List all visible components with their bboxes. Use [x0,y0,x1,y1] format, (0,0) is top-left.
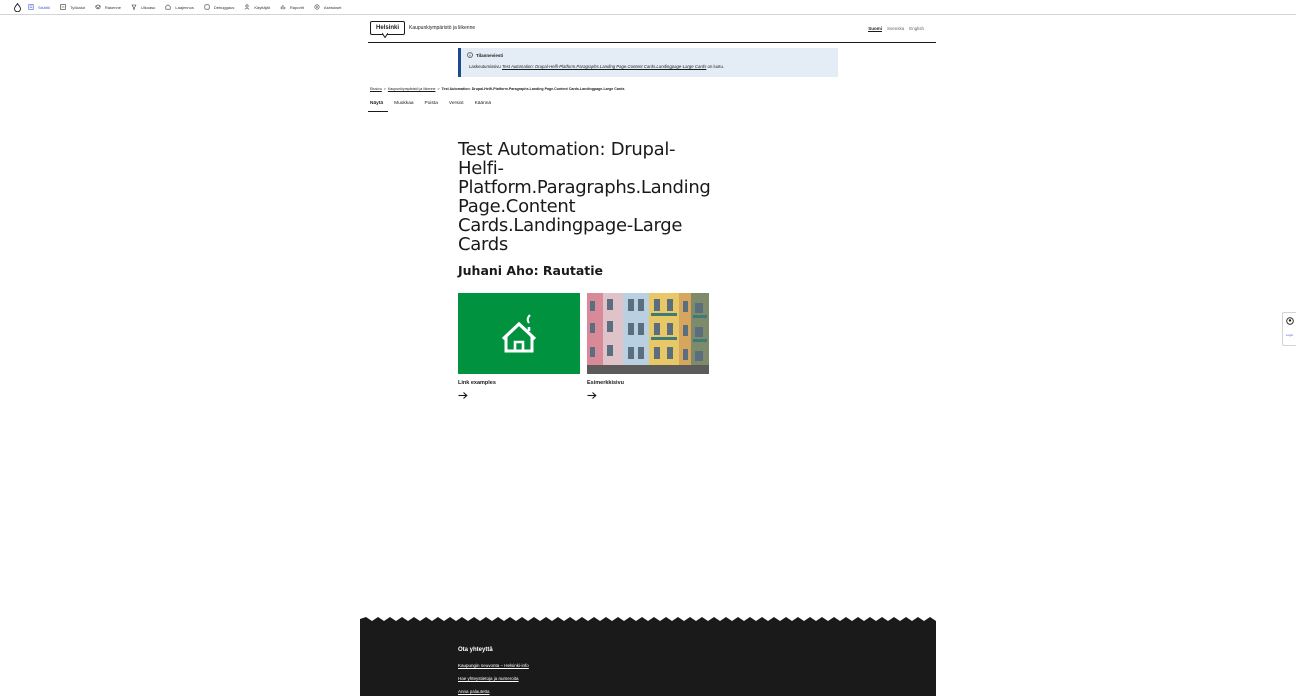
lang-en[interactable]: English [909,26,924,32]
breadcrumb: Etusivu > Kaupunkiympäristö ja liikenne … [370,87,624,91]
arrow-right-icon [458,392,468,399]
status-message: Tilanneviesti Laskeutumissivu Test Autom… [458,48,838,77]
layers-icon [94,4,101,10]
footer-link-feedback[interactable]: Anna palautetta [458,689,490,694]
local-tasks: Näytä Muokkaa Poista Versiot Käännä [368,99,500,112]
toolbar-item-content[interactable]: Sisältö [28,0,50,15]
toolbar-item-config[interactable]: Asetukset [314,0,342,15]
toolbar-item-debug[interactable]: Debuggaus [204,0,234,15]
site-header: Helsinki Kaupunkiympäristö ja liikenne S… [368,19,936,43]
card-image [458,293,580,374]
info-icon [467,52,473,58]
side-widget-label: Login [1286,333,1294,337]
file-icon [28,4,34,10]
status-node-link[interactable]: Test Automation: Drupal-Helfi-Platform.P… [502,64,706,69]
lang-fi[interactable]: Suomi [868,26,882,32]
gear-icon [314,4,320,10]
toolbar-label: Rakenne [104,4,121,10]
puzzle-icon [165,4,171,10]
status-text-suffix: on luotu. [706,64,725,69]
footer-body: Ota yhteyttä Kaupungin neuvonta – Helsin… [360,627,936,696]
status-title-row: Tilanneviesti [467,52,832,58]
card-image [587,293,709,374]
card-title: Esimerkkisivu [587,380,624,386]
arrow-right-icon [587,392,597,399]
section-title: Juhani Aho: Rautatie [458,263,604,278]
toolbar-label: Laajennus [175,4,194,10]
content-card[interactable]: Link examples [458,293,580,404]
tab-translate[interactable]: Käännä [473,99,497,112]
card-title: Link examples [458,380,496,386]
logo-text: Helsinki [375,25,399,31]
side-login-widget[interactable]: Login [1282,312,1296,346]
status-title: Tilanneviesti [476,52,504,58]
footer-link-contacts[interactable]: Hae yhteystietoja ja numeroita [458,676,519,681]
tab-view[interactable]: Näytä [368,99,389,112]
drupal-logo-icon[interactable] [12,2,22,13]
breadcrumb-separator: > [437,87,440,91]
logo-tail [382,33,388,38]
toolbar-label: Käyttäjät [254,4,270,10]
toolbar-label: Työkalut [70,4,85,10]
toolbar-item-tools[interactable]: Työkalut [60,0,85,15]
toolbar-label: Debuggaus [213,4,235,10]
chart-icon [280,5,286,10]
breadcrumb-current: Test Automation: Drupal-Helfi-Platform.P… [441,87,625,91]
site-name[interactable]: Kaupunkiympäristö ja liikenne [409,25,475,31]
language-switcher: Suomi Svenska English [868,26,924,32]
toolbar-label: Sisältö [38,4,51,10]
lang-sv[interactable]: Svenska [887,26,904,32]
admin-toolbar: Sisältö Työkalut Rakenne Ulkoasu Laajenn… [0,0,1296,15]
toolbar-item-people[interactable]: Käyttäjät [244,0,270,15]
toolbar-item-reports[interactable]: Raportit [280,0,304,15]
toolbar-item-appearance[interactable]: Ulkoasu [131,0,155,15]
toolbar-item-extend[interactable]: Laajennus [165,0,194,15]
tab-delete[interactable]: Poista [423,99,443,112]
status-text: Laskeutumissivu Test Automation: Drupal-… [467,64,832,69]
toolbar-label: Raportit [289,4,304,10]
footer-link-info[interactable]: Kaupungin neuvonta – Helsinki-info [458,663,529,668]
toolbar-item-structure[interactable]: Rakenne [94,0,121,15]
breadcrumb-separator: > [383,87,386,91]
breadcrumb-section[interactable]: Kaupunkiympäristö ja liikenne [388,87,436,91]
user-circle-icon [1286,317,1294,325]
house-icon [501,314,537,353]
site-footer: Ota yhteyttä Kaupungin neuvonta – Helsin… [360,615,936,696]
status-text-prefix: Laskeutumissivu [469,64,502,69]
breadcrumb-home[interactable]: Etusivu [370,87,382,91]
brush-icon [131,4,137,10]
content-card[interactable]: Esimerkkisivu [587,293,709,404]
tab-edit[interactable]: Muokkaa [392,99,418,112]
toolbar-label: Asetukset [323,4,342,10]
page-title: Test Automation: Drupal-Helfi-Platform.P… [458,139,711,255]
footer-heading: Ota yhteyttä [458,647,493,653]
tab-revisions[interactable]: Versiot [447,99,469,112]
cube-icon [204,4,210,10]
colorful-facades-photo [587,293,709,374]
tools-icon [60,4,66,10]
user-icon [244,4,250,10]
toolbar-label: Ulkoasu [140,4,156,10]
